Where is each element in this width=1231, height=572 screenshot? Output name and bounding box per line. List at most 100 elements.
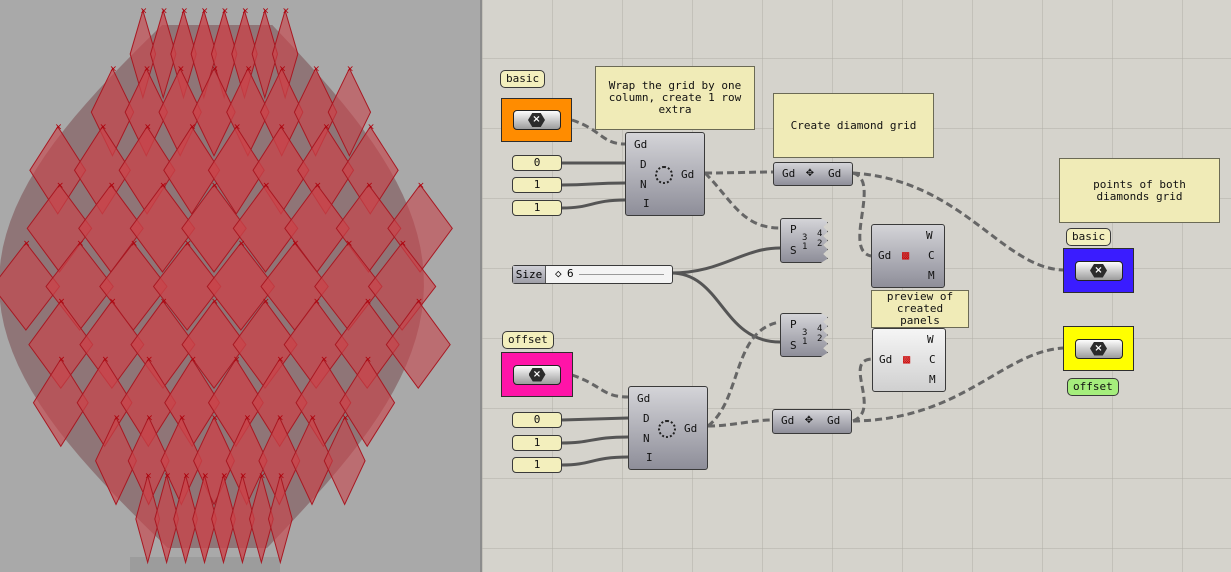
mesh-point-marker: × [367, 123, 375, 133]
mesh-point-marker: × [364, 297, 372, 307]
size-slider[interactable]: Size ◇ 6 [512, 265, 673, 284]
panel-preview-icon: ▩ [902, 248, 910, 262]
number-top-2[interactable]: 1 [512, 200, 562, 216]
number-bottom-2[interactable]: 1 [512, 457, 562, 473]
mesh-point-marker: × [258, 471, 266, 481]
port-m[interactable]: M [928, 270, 935, 282]
note-diamond-grid[interactable]: Create diamond grid [773, 93, 934, 158]
port-w[interactable]: W [927, 334, 934, 346]
mesh-point-marker: × [233, 123, 241, 133]
port-i[interactable]: I [643, 198, 650, 210]
port-gd[interactable]: Gd [781, 415, 794, 427]
port-gd-out[interactable]: Gd [681, 169, 694, 181]
diamond-component-bottom[interactable]: Gd ✥ Gd [772, 409, 852, 434]
port-gd[interactable]: Gd [878, 250, 891, 262]
mesh-point-marker: × [201, 6, 209, 16]
port-gd[interactable]: Gd [637, 393, 650, 405]
mesh-point-marker: × [183, 471, 191, 481]
mesh-point-marker: × [164, 471, 172, 481]
port-gd[interactable]: Gd [782, 168, 795, 180]
mesh-point-marker: × [189, 123, 197, 133]
grasshopper-canvas[interactable]: basic offset basic offset Wrap the grid … [482, 0, 1231, 572]
number-top-0[interactable]: 0 [512, 155, 562, 171]
port-s[interactable]: S [790, 340, 797, 352]
param-magenta[interactable]: × [501, 352, 573, 397]
slider-value: 6 [567, 267, 574, 280]
diamond-icon: ✥ [806, 165, 814, 180]
glyph-1: 1 [802, 337, 808, 347]
mesh-point-marker: × [399, 239, 407, 249]
mesh-point-marker: × [211, 413, 219, 423]
mesh-point-marker: × [99, 123, 107, 133]
mesh-point-marker: × [140, 6, 148, 16]
diamond-component-top[interactable]: Gd ✥ Gd [773, 162, 853, 186]
x-hexagon-icon: × [528, 113, 545, 127]
mesh-point-marker: × [277, 355, 285, 365]
tag-offset-right[interactable]: offset [1067, 378, 1119, 396]
split-component-top[interactable]: P S 3 4 1 2 [780, 218, 828, 263]
slider-grip-icon[interactable]: ◇ [555, 267, 562, 280]
rhino-viewport[interactable]: × × × × × × × × × × × × × × × × × × × × × × × × × × × × × × × × × × × × × × × ×… [0, 0, 480, 572]
data-wire-dashed [707, 418, 773, 428]
mesh-point-marker: × [262, 6, 270, 16]
data-wire-dashed [707, 320, 781, 428]
mesh-point-marker: × [181, 6, 189, 16]
port-gd-out[interactable]: Gd [684, 423, 697, 435]
port-gd-out[interactable]: Gd [827, 415, 840, 427]
port-p[interactable]: P [790, 224, 797, 236]
tag-basic-right[interactable]: basic [1066, 228, 1112, 246]
port-gd[interactable]: Gd [634, 139, 647, 151]
number-bottom-0[interactable]: 0 [512, 412, 562, 428]
mesh-point-marker: × [278, 123, 286, 133]
mesh-point-marker: × [145, 355, 153, 365]
tag-basic-top[interactable]: basic [500, 70, 546, 88]
mesh-point-marker: × [244, 413, 252, 423]
mesh-point-marker: × [211, 297, 219, 307]
mesh-point-marker: × [320, 355, 328, 365]
preview-component-top[interactable]: Gd ▩ W C M [871, 224, 945, 288]
port-n[interactable]: N [640, 179, 647, 191]
slider-track[interactable] [579, 274, 664, 275]
note-wrap-grid[interactable]: Wrap the grid by one column, create 1 ro… [595, 66, 755, 130]
wrap-grid-component-top[interactable]: Gd D N I Gd [625, 132, 705, 216]
port-d[interactable]: D [643, 413, 650, 425]
mesh-point-marker: × [238, 239, 246, 249]
mesh-point-marker: × [276, 413, 284, 423]
mesh-point-marker: × [102, 355, 110, 365]
mesh-point-marker: × [415, 297, 423, 307]
port-s[interactable]: S [790, 245, 797, 257]
mesh-point-marker: × [55, 123, 63, 133]
mesh-point-marker: × [145, 471, 153, 481]
port-gd-out[interactable]: Gd [828, 168, 841, 180]
wrap-icon [658, 420, 676, 438]
number-bottom-1[interactable]: 1 [512, 435, 562, 451]
note-preview-panels[interactable]: preview of created panels [871, 290, 969, 328]
mesh-point-marker: × [77, 239, 85, 249]
port-m[interactable]: M [929, 374, 936, 386]
note-points-both-grids[interactable]: points of both diamonds grid [1059, 158, 1220, 223]
preview-component-bottom[interactable]: Gd ▩ W C M [872, 328, 946, 392]
port-gd[interactable]: Gd [879, 354, 892, 366]
port-c[interactable]: C [929, 354, 936, 366]
port-n[interactable]: N [643, 433, 650, 445]
port-p[interactable]: P [790, 319, 797, 331]
port-i[interactable]: I [646, 452, 653, 464]
glyph-1: 1 [802, 242, 808, 252]
split-component-bottom[interactable]: P S 3 4 1 2 [780, 313, 828, 357]
glyph-2: 2 [817, 334, 823, 344]
mesh-point-marker: × [245, 65, 253, 75]
number-top-1[interactable]: 1 [512, 177, 562, 193]
param-orange[interactable]: × [501, 98, 572, 142]
port-d[interactable]: D [640, 159, 647, 171]
mesh-point-marker: × [233, 355, 241, 365]
mesh-point-marker: × [364, 355, 372, 365]
port-w[interactable]: W [926, 230, 933, 242]
tag-offset-left[interactable]: offset [502, 331, 554, 349]
mesh-point-marker: × [143, 65, 151, 75]
param-yellow[interactable]: × [1063, 326, 1134, 371]
data-wire [561, 198, 626, 210]
port-c[interactable]: C [928, 250, 935, 262]
wrap-grid-component-bottom[interactable]: Gd D N I Gd [628, 386, 708, 470]
data-wire-dashed [571, 373, 629, 399]
param-blue[interactable]: × [1063, 248, 1134, 293]
